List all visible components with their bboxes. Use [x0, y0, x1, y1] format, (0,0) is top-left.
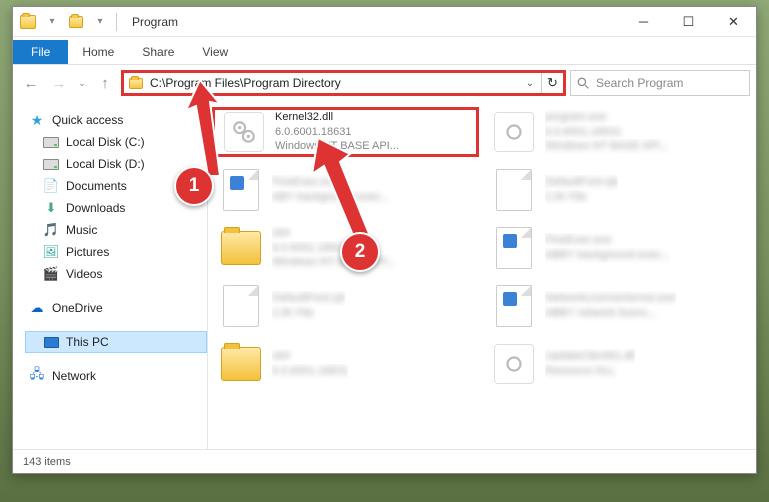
- file-item[interactable]: program.exe6.0.6001.18631Windows NT BASE…: [485, 107, 752, 157]
- sidebar-item-pictures[interactable]: 🖼Pictures: [25, 241, 207, 263]
- file-list[interactable]: Kernel32.dll6.0.6001.18631Windows NT BAS…: [208, 101, 756, 449]
- drive-icon: [43, 156, 59, 172]
- navigation-bar: ← → ⌄ ↑ C:\Program Files\Program Directo…: [13, 65, 756, 101]
- window-controls: ─ ☐ ✕: [621, 7, 756, 37]
- search-placeholder: Search Program: [596, 76, 683, 90]
- folder-icon: [124, 78, 148, 89]
- quick-access-button[interactable]: ▾: [41, 11, 63, 33]
- separator: [116, 13, 117, 31]
- title-bar: ▾ ▾ Program ─ ☐ ✕: [13, 7, 756, 37]
- dll-icon: [493, 343, 535, 385]
- file-item[interactable]: DefaultFont.cjkCJK File: [212, 281, 479, 331]
- exe-icon: [493, 285, 535, 327]
- file-item[interactable]: UpdateClient61.dllResource DLL: [485, 339, 752, 389]
- refresh-button[interactable]: ↻: [541, 73, 563, 93]
- exe-icon: [493, 111, 535, 153]
- tab-view[interactable]: View: [188, 40, 242, 64]
- minimize-button[interactable]: ─: [621, 7, 666, 37]
- sidebar-this-pc[interactable]: This PC: [25, 331, 207, 353]
- folder-icon: [17, 11, 39, 33]
- annotation-callout-1: 1: [174, 166, 214, 206]
- videos-icon: 🎬: [43, 266, 59, 282]
- star-icon: ★: [29, 112, 45, 128]
- drive-icon: [43, 134, 59, 150]
- tab-home[interactable]: Home: [68, 40, 128, 64]
- file-item[interactable]: x646.0.6001.18631: [212, 339, 479, 389]
- file-icon: [220, 285, 262, 327]
- computer-icon: [43, 334, 59, 350]
- file-item[interactable]: NetworkLicenseServer.exeABBY network lic…: [485, 281, 752, 331]
- onedrive-icon: ☁: [29, 300, 45, 316]
- sidebar-item-music[interactable]: 🎵Music: [25, 219, 207, 241]
- recent-dropdown[interactable]: ⌄: [75, 71, 89, 95]
- item-count: 143 items: [23, 456, 71, 468]
- search-icon: [577, 77, 590, 90]
- file-tab[interactable]: File: [13, 40, 68, 64]
- downloads-icon: ⬇: [43, 200, 59, 216]
- music-icon: 🎵: [43, 222, 59, 238]
- up-button[interactable]: ↑: [93, 71, 117, 95]
- tab-share[interactable]: Share: [128, 40, 188, 64]
- quick-access-toolbar: ▾ ▾: [13, 11, 124, 33]
- sidebar-network[interactable]: 🖧Network: [25, 365, 207, 387]
- documents-icon: 📄: [43, 178, 59, 194]
- folder-icon: [220, 343, 262, 385]
- forward-button[interactable]: →: [47, 71, 71, 95]
- maximize-button[interactable]: ☐: [666, 7, 711, 37]
- status-bar: 143 items: [13, 449, 756, 473]
- file-icon: [493, 169, 535, 211]
- properties-button[interactable]: [65, 11, 87, 33]
- address-dropdown[interactable]: ⌄: [519, 78, 541, 89]
- sidebar-item-videos[interactable]: 🎬Videos: [25, 263, 207, 285]
- folder-icon: [220, 227, 262, 269]
- sidebar-onedrive[interactable]: ☁OneDrive: [25, 297, 207, 319]
- file-item[interactable]: FineExec.exeABBY background exec...: [485, 223, 752, 273]
- qat-dropdown[interactable]: ▾: [89, 11, 111, 33]
- network-icon: 🖧: [29, 368, 45, 384]
- window-title: Program: [132, 15, 178, 29]
- exe-icon: [493, 227, 535, 269]
- pictures-icon: 🖼: [43, 244, 59, 260]
- back-button[interactable]: ←: [19, 71, 43, 95]
- annotation-callout-2: 2: [340, 232, 380, 272]
- file-item[interactable]: DefaultFont.cjkCJK File: [485, 165, 752, 215]
- ribbon-tabs: File Home Share View: [13, 37, 756, 65]
- search-box[interactable]: Search Program: [570, 70, 750, 96]
- close-button[interactable]: ✕: [711, 7, 756, 37]
